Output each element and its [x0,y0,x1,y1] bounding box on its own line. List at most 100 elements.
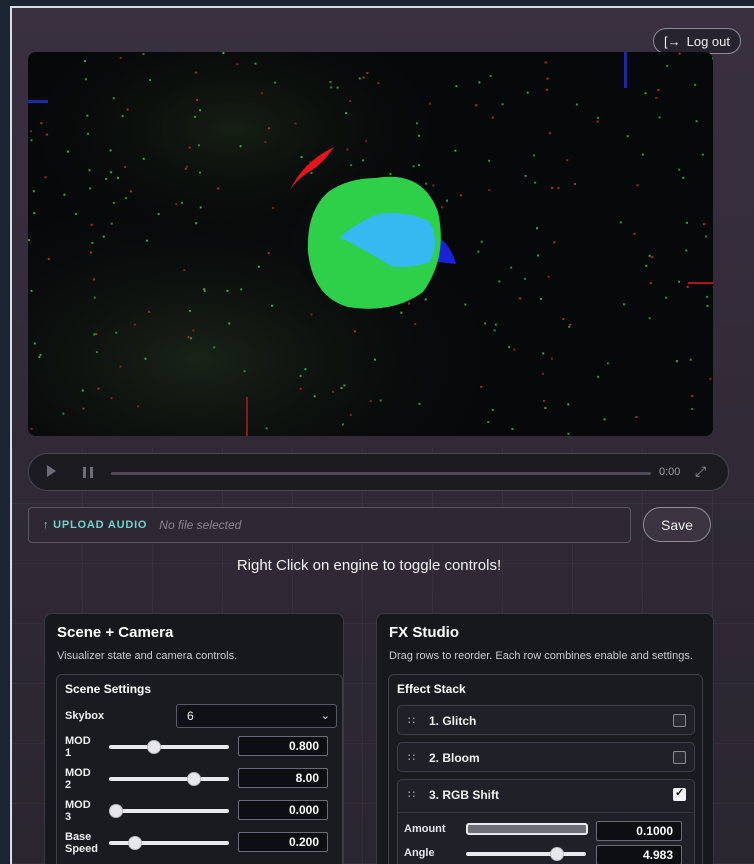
star-particle [349,100,352,102]
param-label: Amount [404,823,446,835]
slider-track[interactable] [109,836,229,850]
param-slider[interactable] [466,823,588,835]
star-particle [666,64,669,67]
star-particle [196,98,199,101]
slider-thumb[interactable] [147,740,162,754]
star-particle [441,206,443,209]
star-particle [626,135,629,138]
star-particle [190,337,193,340]
star-particle [157,213,160,215]
star-particle [90,223,93,226]
upload-audio-button[interactable]: ↑ UPLOAD AUDIO [43,519,147,531]
effect-checkbox[interactable] [673,714,686,727]
panel-title: FX Studio [389,624,459,641]
star-particle [686,285,689,288]
star-particle [329,81,332,83]
effect-checkbox[interactable] [673,786,686,801]
slider-track[interactable] [109,740,229,754]
star-particle [678,52,681,55]
param-value-input[interactable]: 4.983 [596,845,682,864]
star-particle [148,310,151,313]
drag-handle-icon[interactable]: ∷ [408,788,415,801]
visualizer-canvas[interactable] [28,52,713,436]
star-particle [480,385,483,388]
star-particle [336,86,339,89]
slider-value-input[interactable]: 8.00 [238,768,328,788]
play-icon[interactable] [47,465,56,477]
star-particle [567,403,570,406]
star-particle [119,365,122,368]
star-particle [389,172,392,175]
slider-track[interactable] [109,772,229,786]
star-particle [568,325,571,328]
effect-row-rgb-shift[interactable]: ∷ 3. RGB Shift Amount 0.1000 Angle 4.983 [397,779,695,864]
star-particle [566,159,569,162]
star-particle [510,266,513,269]
slider-label: MOD 3 [65,799,105,823]
star-particle [712,57,713,60]
star-particle [562,318,565,321]
param-slider[interactable] [466,847,586,861]
star-particle [551,186,554,189]
star-particle [115,331,118,334]
slider-label-line: Base [65,831,92,843]
skybox-value: 6 [187,709,194,723]
star-particle [194,115,197,118]
star-particle [533,154,535,157]
effect-checkbox[interactable] [673,751,686,764]
star-particle [109,149,112,152]
panel-description: Visualizer state and camera controls. [57,650,238,662]
star-particle [137,405,140,408]
star-particle [543,400,545,402]
divider [398,812,694,813]
star-particle [408,302,411,305]
star-particle [66,150,69,153]
slider-value-input[interactable]: 0.000 [238,800,328,820]
fullscreen-icon[interactable]: ⤢ [695,463,706,480]
star-particle [511,427,514,430]
star-particle [706,295,709,298]
star-particle [362,76,365,79]
star-particle [91,242,94,244]
star-particle [523,277,526,280]
star-particle [606,362,609,365]
star-particle [501,103,504,106]
effect-row-glitch[interactable]: ∷ 1. Glitch [397,705,695,735]
skybox-select[interactable]: 6 ⌄ [176,704,337,728]
star-particle [596,116,599,119]
slider-value-input[interactable]: 0.800 [238,736,328,756]
drag-handle-icon[interactable]: ∷ [408,714,415,727]
effect-row-bloom[interactable]: ∷ 2. Bloom [397,742,695,772]
star-particle [84,60,86,63]
slider-thumb[interactable] [109,804,123,818]
logout-button[interactable]: [→ Log out [653,28,741,54]
star-particle [513,348,516,351]
star-particle [267,252,270,255]
drag-handle-icon[interactable]: ∷ [408,751,415,764]
slider-value-input[interactable]: 0.200 [238,832,328,852]
star-particle [267,127,270,130]
star-particle [93,296,96,299]
slider-label-line: 1 [65,747,72,759]
star-particle [28,239,31,242]
star-particle [239,145,242,148]
pause-icon[interactable] [83,467,93,478]
star-particle [454,149,457,152]
star-particle [33,212,36,215]
star-particle [75,212,77,215]
slider-label-line: Speed [65,843,99,855]
star-particle [110,397,113,400]
slider-thumb[interactable] [187,772,202,786]
slider-thumb[interactable] [128,836,143,850]
star-particle [197,144,200,147]
star-particle [126,108,129,111]
star-particle [541,372,544,375]
slider-thumb[interactable] [549,847,564,861]
slider-track[interactable] [109,804,229,818]
seek-bar[interactable] [111,472,651,475]
save-button[interactable]: Save [643,507,711,542]
star-particle [544,407,547,409]
param-value-input[interactable]: 0.1000 [596,821,682,841]
star-particle [93,333,96,336]
star-particle [459,194,462,197]
